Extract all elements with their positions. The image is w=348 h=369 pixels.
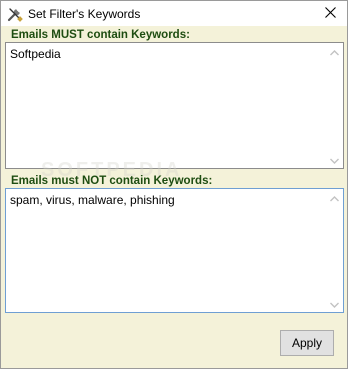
- must-not-contain-textarea[interactable]: spam, virus, malware, phishing: [5, 188, 344, 313]
- scroll-up-button[interactable]: [326, 43, 343, 60]
- wrench-screwdriver-icon: [7, 6, 23, 22]
- chevron-up-icon: [330, 45, 339, 59]
- scroll-down-button[interactable]: [326, 295, 343, 312]
- window-title: Set Filter's Keywords: [28, 7, 141, 21]
- must-not-contain-text[interactable]: spam, virus, malware, phishing: [10, 193, 323, 208]
- close-button[interactable]: [313, 1, 347, 26]
- must-not-contain-label: Emails must NOT contain Keywords:: [11, 175, 213, 187]
- scroll-down-button[interactable]: [326, 151, 343, 168]
- must-contain-label: Emails MUST contain Keywords:: [11, 29, 190, 41]
- title-bar[interactable]: Set Filter's Keywords: [1, 1, 347, 26]
- close-icon: [324, 6, 336, 21]
- chevron-down-icon: [330, 153, 339, 167]
- scroll-up-button[interactable]: [326, 189, 343, 206]
- apply-button[interactable]: Apply: [280, 330, 334, 356]
- must-not-contain-scrollbar[interactable]: [326, 189, 343, 312]
- must-contain-scrollbar[interactable]: [326, 43, 343, 168]
- chevron-up-icon: [330, 191, 339, 205]
- filter-keywords-window: Set Filter's Keywords Emails MUST contai…: [0, 0, 348, 369]
- client-area: Emails MUST contain Keywords: Softpedia …: [1, 26, 347, 368]
- chevron-down-icon: [330, 297, 339, 311]
- must-contain-text[interactable]: Softpedia: [10, 47, 323, 62]
- must-contain-textarea[interactable]: Softpedia: [5, 42, 344, 169]
